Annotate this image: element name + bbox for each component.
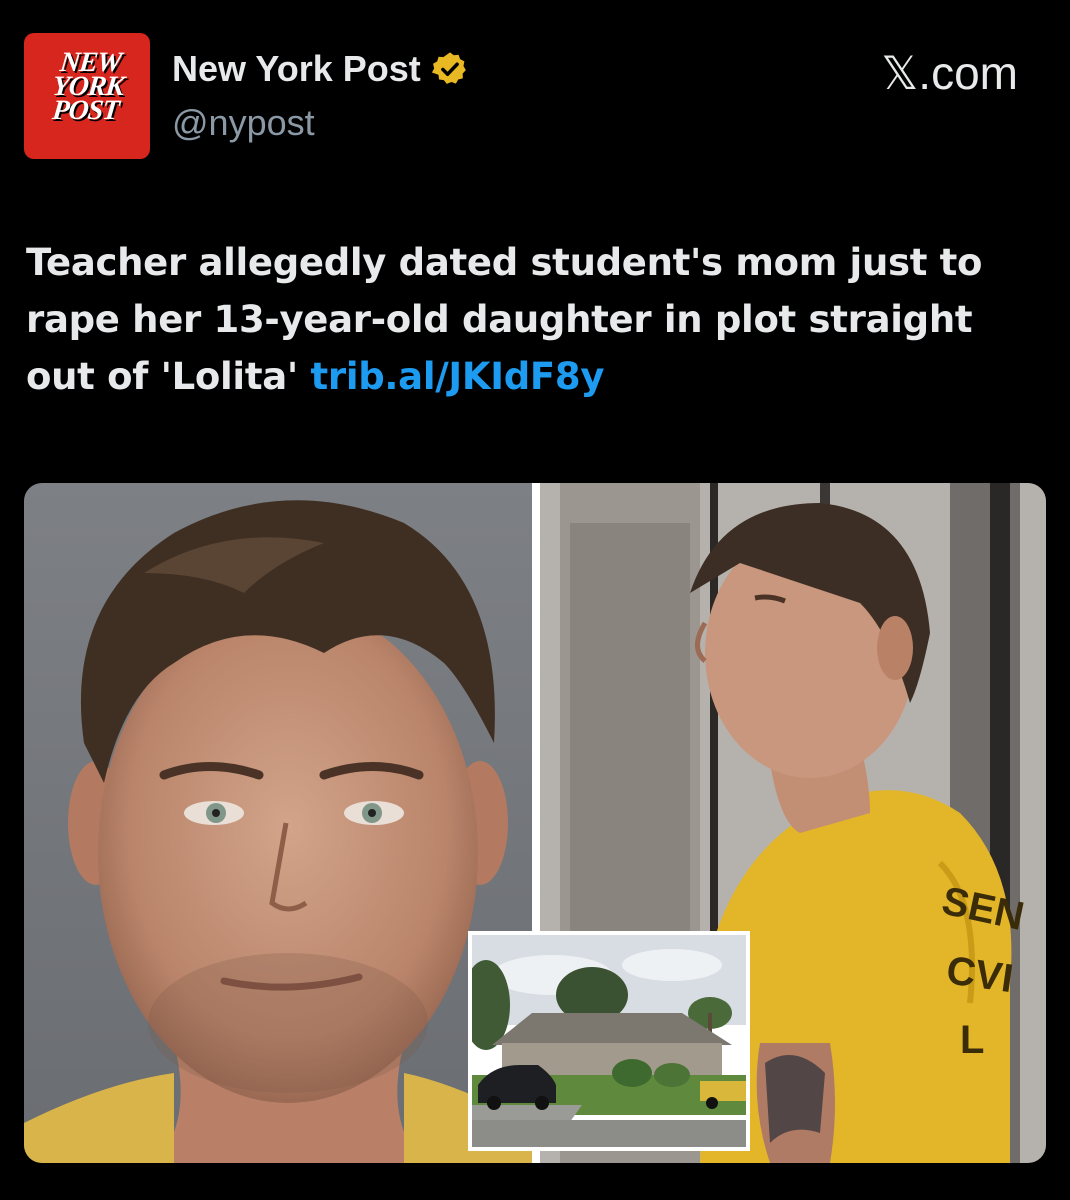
logo-wordmark: NEW YORK POST xyxy=(32,47,144,126)
account-name-row[interactable]: New York Post xyxy=(172,48,469,90)
post-media[interactable]: SEN CVI L xyxy=(24,483,1046,1163)
shirt-text-line-3: L xyxy=(960,1018,984,1062)
svg-text:L: L xyxy=(960,1018,984,1062)
logo-line-3: POST xyxy=(50,95,121,126)
mugshot-photo xyxy=(24,483,532,1163)
svg-text:CVI: CVI xyxy=(944,948,1016,1001)
shirt-text-line-2: CVI xyxy=(944,948,1016,1001)
nypost-logo[interactable]: NEW YORK POST xyxy=(24,33,150,159)
post-text: Teacher allegedly dated student's mom ju… xyxy=(26,234,1046,405)
post-link[interactable]: trib.al/JKIdF8y xyxy=(311,355,605,398)
account-handle[interactable]: @nypost xyxy=(172,102,315,144)
verified-badge-icon xyxy=(431,52,466,84)
house-inset-photo xyxy=(468,931,750,1151)
display-name[interactable]: New York Post xyxy=(172,48,421,90)
source-label: 𝕏.com xyxy=(881,47,1018,99)
